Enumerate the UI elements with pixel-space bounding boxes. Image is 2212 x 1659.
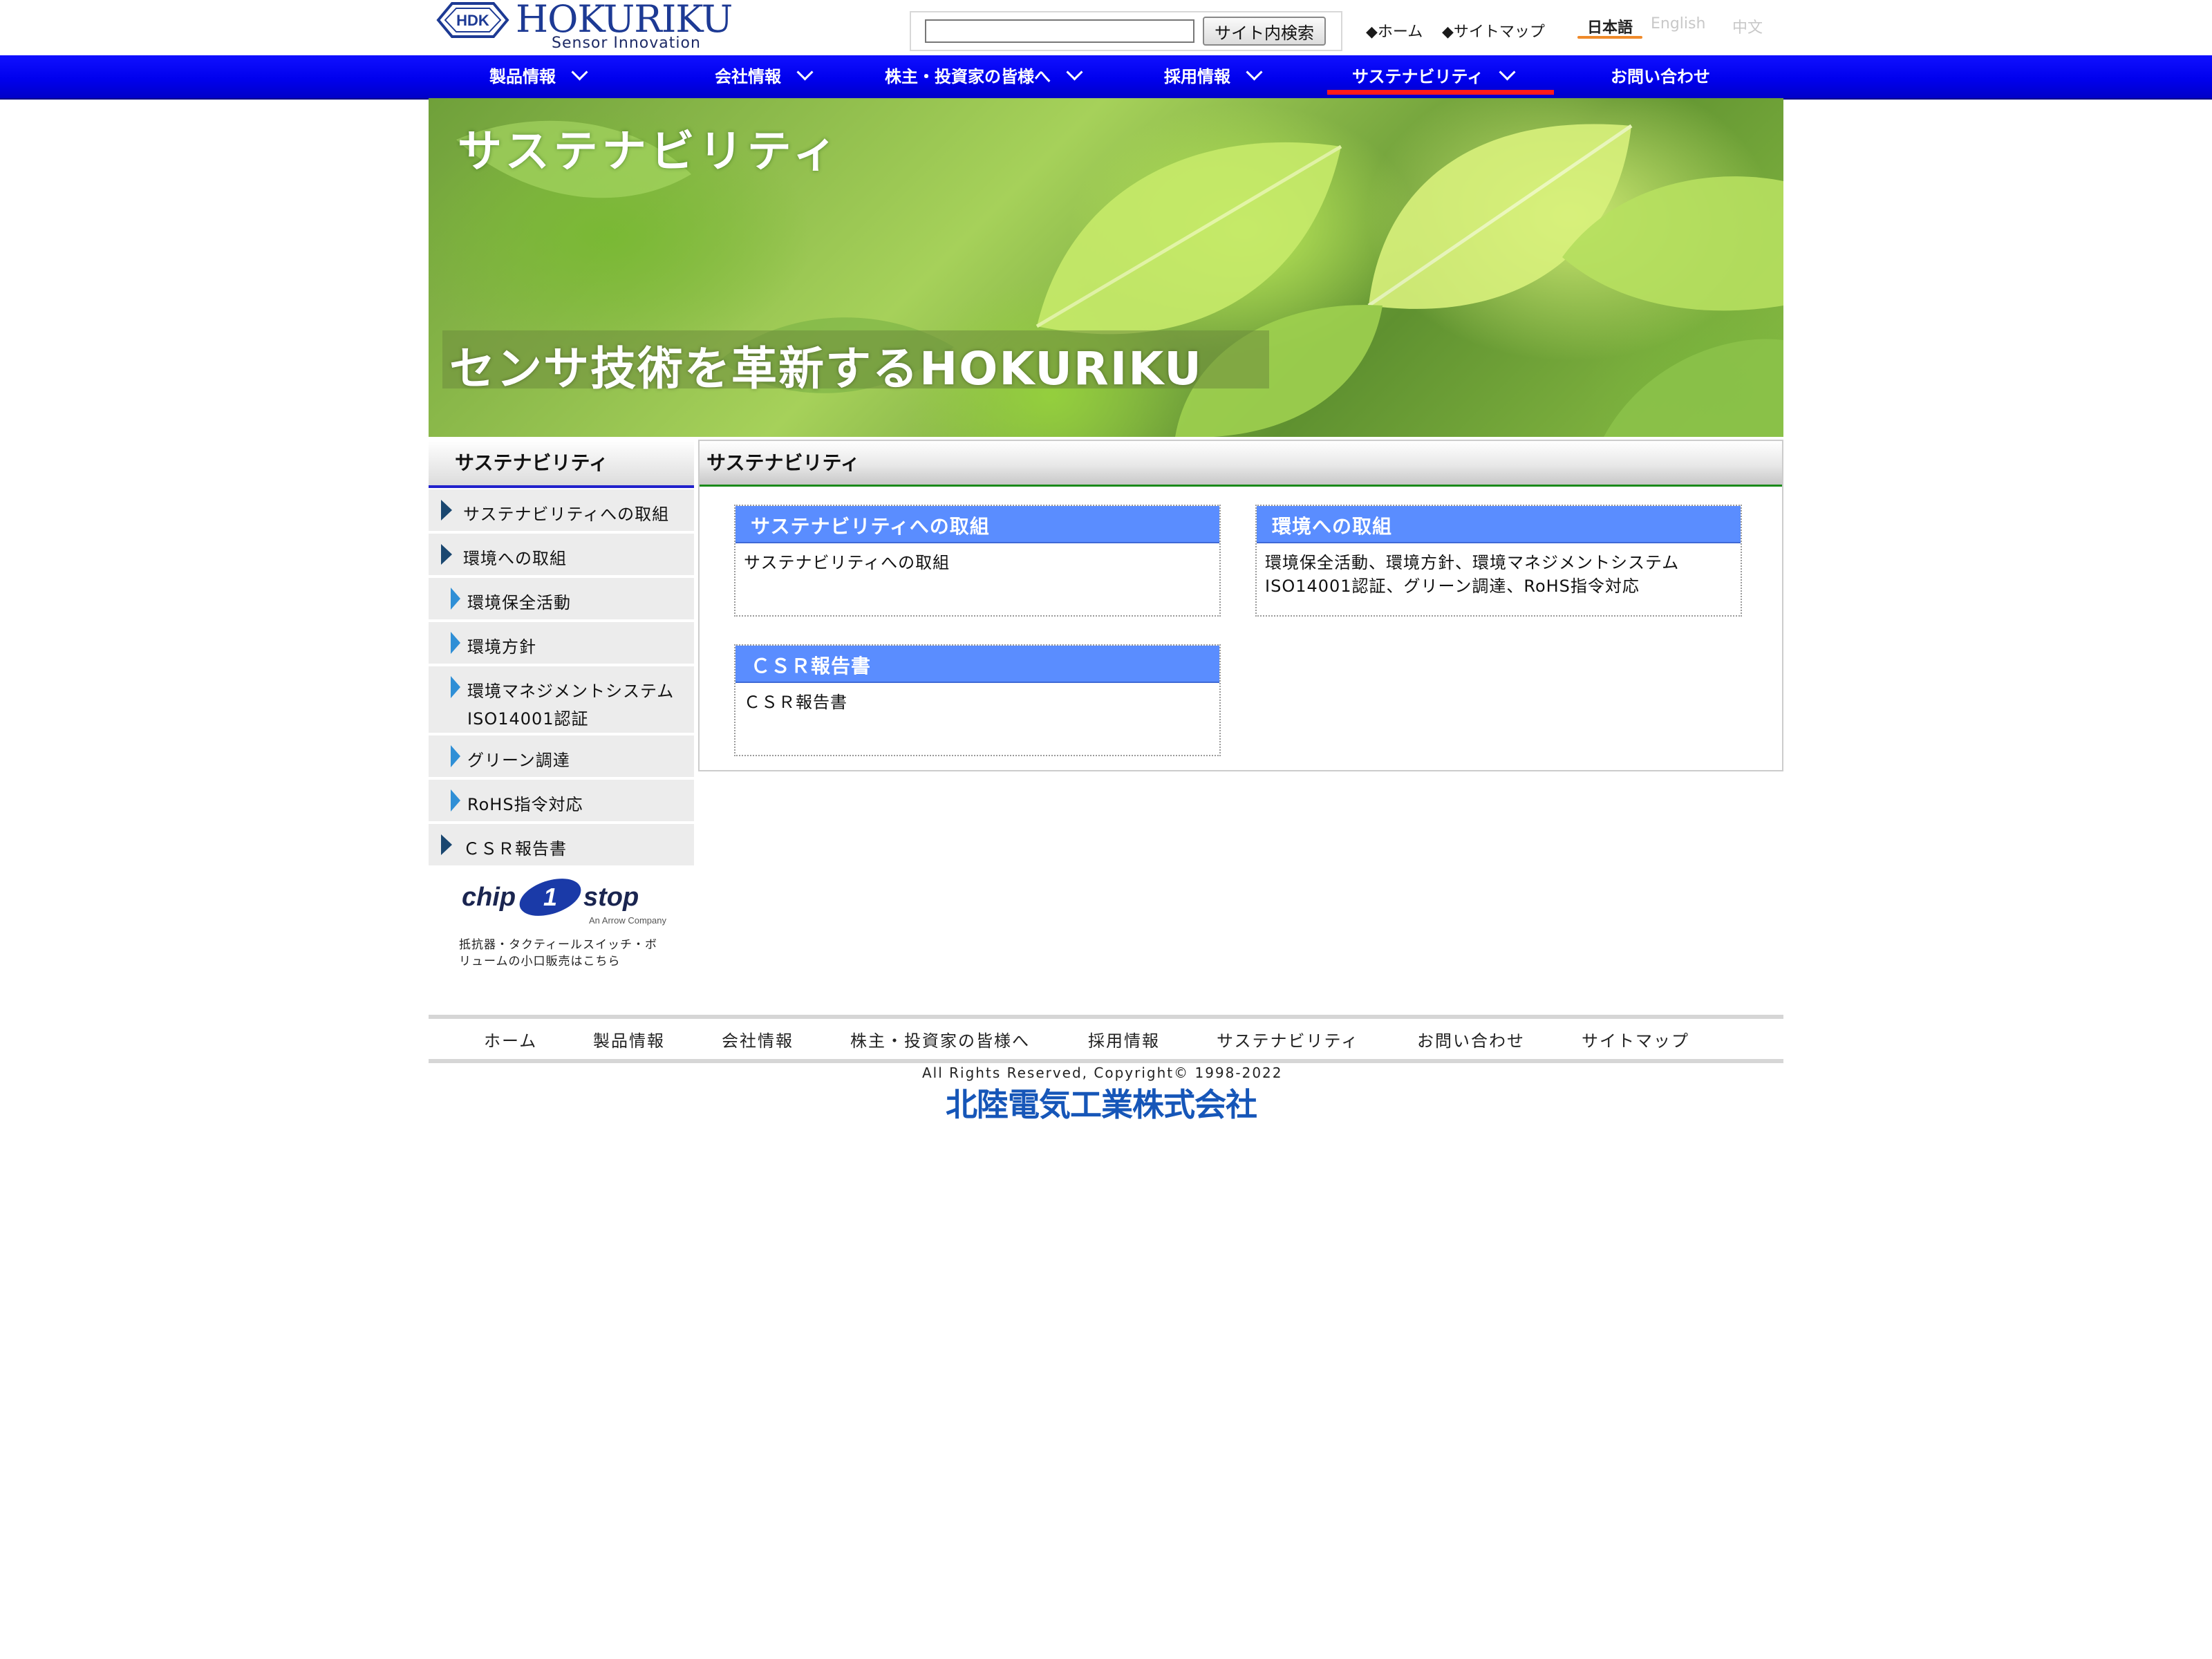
site-search-button[interactable]: サイト内検索 <box>1203 17 1326 46</box>
sidebar-item-ems[interactable]: 環境マネジメントシステム ISO14001認証 <box>429 666 694 733</box>
footer-link-sitemap[interactable]: サイトマップ <box>1582 1027 1689 1051</box>
nav-investors-label: 株主・投資家の皆様へ <box>885 67 1051 86</box>
chevron-down-icon <box>796 64 814 81</box>
footer-link-recruit[interactable]: 採用情報 <box>1088 1027 1160 1051</box>
sidebar-item-rohs[interactable]: RoHS指令対応 <box>429 780 694 821</box>
language-chinese[interactable]: 中文 <box>1732 15 1763 37</box>
card-title: サステナビリティへの取組 <box>751 515 990 538</box>
svg-text:stop: stop <box>583 883 639 912</box>
nav-recruit[interactable]: 採用情報 <box>1164 55 1263 98</box>
banner-caption-line2[interactable]: リュームの小口販売はこちら <box>459 951 621 968</box>
sidebar-item-policy[interactable]: 環境方針 <box>429 622 694 664</box>
footer-link-company[interactable]: 会社情報 <box>722 1027 794 1051</box>
nav-investors[interactable]: 株主・投資家の皆様へ <box>885 55 1083 98</box>
top-link-home[interactable]: ◆ホーム <box>1366 19 1423 41</box>
nav-products-label: 製品情報 <box>489 67 556 86</box>
svg-text:1: 1 <box>543 883 557 911</box>
arrow-right-icon <box>451 745 460 767</box>
copyright: All Rights Reserved, Copyright© 1998-202… <box>922 1065 1283 1081</box>
nav-active-underline <box>1327 90 1554 95</box>
footer-link-contact[interactable]: お問い合わせ <box>1417 1027 1525 1051</box>
main-heading-bar <box>700 441 1782 487</box>
nav-products[interactable]: 製品情報 <box>489 55 588 98</box>
footer-link-investors[interactable]: 株主・投資家の皆様へ <box>850 1027 1030 1051</box>
card-csr[interactable]: ＣＳＲ報告書 ＣＳＲ報告書 <box>734 644 1221 756</box>
nav-recruit-label: 採用情報 <box>1164 67 1230 86</box>
global-nav-bar <box>0 55 2212 100</box>
chevron-down-icon <box>571 64 588 81</box>
logo-mark-text: HDK <box>456 12 489 29</box>
card-body-text: 環境保全活動、環境方針、環境マネジメントシステム <box>1265 553 1680 572</box>
top-link-sitemap[interactable]: ◆サイトマップ <box>1442 19 1545 41</box>
company-logo-text: 北陸電気工業株式会社 <box>946 1086 1257 1123</box>
search-input[interactable] <box>925 19 1194 43</box>
card-body-text: ＣＳＲ報告書 <box>744 693 847 712</box>
svg-text:chip: chip <box>462 883 516 912</box>
sidebar-item-label: サステナビリティへの取組 <box>463 505 670 524</box>
arrow-right-icon <box>451 676 460 698</box>
footer-link-sustainability[interactable]: サステナビリティ <box>1217 1027 1359 1051</box>
sidebar-item-csr[interactable]: ＣＳＲ報告書 <box>429 824 694 865</box>
language-active-underline <box>1577 36 1642 39</box>
sidebar-item-label: 環境方針 <box>467 637 536 657</box>
card-sustainability[interactable]: サステナビリティへの取組 サステナビリティへの取組 <box>734 505 1221 617</box>
footer-divider <box>429 1059 1783 1063</box>
sidebar-item-label: 環境への取組 <box>463 549 567 568</box>
hdk-logo-mark[interactable]: HDK <box>435 1 510 39</box>
sidebar-item-label: グリーン調達 <box>467 751 570 770</box>
nav-company-label: 会社情報 <box>715 67 781 86</box>
sidebar-item-conservation[interactable]: 環境保全活動 <box>429 578 694 619</box>
language-english[interactable]: English <box>1651 15 1705 32</box>
logo-tagline: Sensor Innovation <box>552 35 701 52</box>
chevron-down-icon <box>1066 64 1083 81</box>
sidebar-item-label: 環境マネジメントシステム <box>467 682 675 701</box>
sidebar-item-environment[interactable]: 環境への取組 <box>429 534 694 575</box>
arrow-right-icon <box>451 632 460 654</box>
chevron-down-icon <box>1246 64 1263 81</box>
sidebar-item-label: 環境保全活動 <box>467 593 571 612</box>
banner-caption[interactable]: 抵抗器・タクティールスイッチ・ボ <box>459 935 657 952</box>
chip1stop-banner-logo[interactable]: chip 1 stop An Arrow Company <box>459 875 666 933</box>
svg-text:An Arrow Company: An Arrow Company <box>589 915 666 926</box>
sidebar-item-sustainability[interactable]: サステナビリティへの取組 <box>429 489 694 531</box>
arrow-right-icon <box>451 588 460 610</box>
footer-link-products[interactable]: 製品情報 <box>593 1027 665 1051</box>
arrow-right-icon <box>441 834 452 855</box>
nav-contact[interactable]: お問い合わせ <box>1611 55 1710 98</box>
sidebar-item-label: ＣＳＲ報告書 <box>463 839 567 859</box>
hero-tagline: センサ技術を革新するHOKURIKU <box>449 342 1203 395</box>
card-title: ＣＳＲ報告書 <box>751 655 872 677</box>
main-heading: サステナビリティ <box>706 451 860 474</box>
arrow-right-icon <box>451 789 460 812</box>
footer-link-home[interactable]: ホーム <box>484 1027 537 1051</box>
language-japanese[interactable]: 日本語 <box>1587 15 1633 37</box>
arrow-right-icon <box>441 544 452 565</box>
card-body-text-line2: ISO14001認証、グリーン調達、RoHS指令対応 <box>1265 577 1640 596</box>
footer-divider <box>429 1015 1783 1019</box>
hero-title: サステナビリティ <box>458 126 841 178</box>
chevron-down-icon <box>1499 64 1516 81</box>
card-body-text: サステナビリティへの取組 <box>744 553 950 572</box>
sidebar-heading: サステナビリティ <box>455 451 608 474</box>
card-environment[interactable]: 環境への取組 環境保全活動、環境方針、環境マネジメントシステム ISO14001… <box>1255 505 1742 617</box>
sidebar-item-green[interactable]: グリーン調達 <box>429 735 694 777</box>
sidebar-item-label-line2: ISO14001認証 <box>467 709 589 729</box>
arrow-right-icon <box>441 500 452 521</box>
card-title: 環境への取組 <box>1272 515 1393 538</box>
nav-sustainability-label: サステナビリティ <box>1352 67 1484 86</box>
nav-contact-label: お問い合わせ <box>1611 67 1710 86</box>
sidebar-item-label: RoHS指令対応 <box>467 795 583 814</box>
nav-company[interactable]: 会社情報 <box>715 55 814 98</box>
